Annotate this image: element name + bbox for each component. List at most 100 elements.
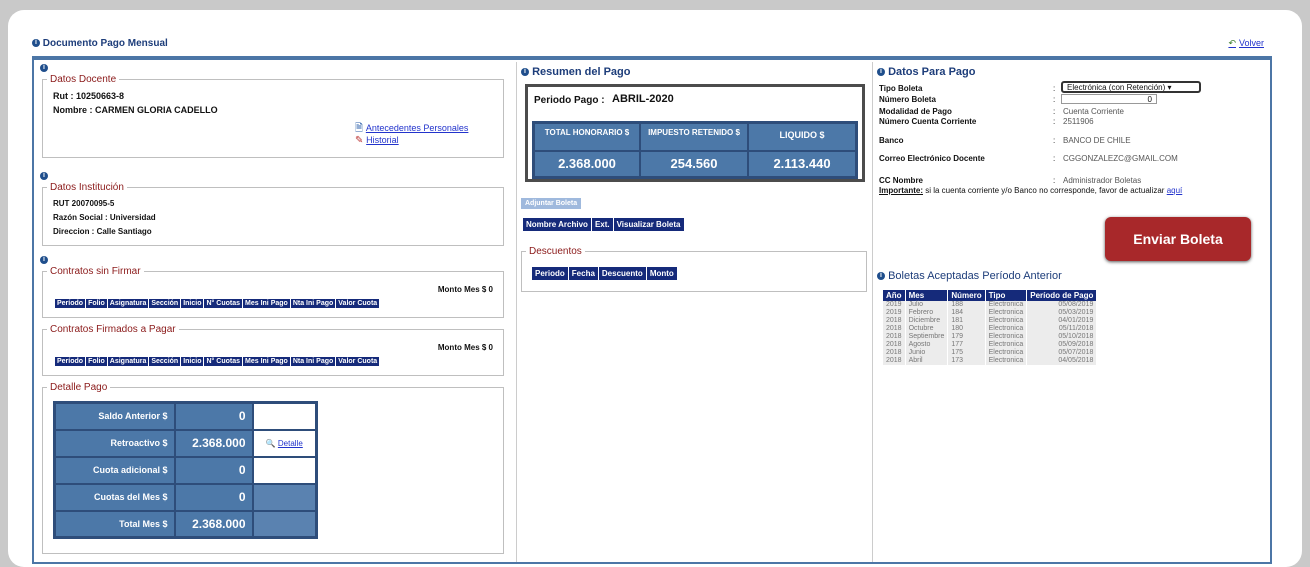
- table-cell: 180: [947, 325, 986, 333]
- table-row: 2018 Septiembre 179 Electronica 05/10/2018: [883, 333, 1098, 341]
- table-cell: 05/09/2018: [1026, 341, 1098, 349]
- page-title: i Documento Pago Mensual: [32, 38, 168, 49]
- row-value: 0: [173, 482, 254, 512]
- column-header: Período de Pago: [1026, 290, 1098, 301]
- page-card: i Documento Pago Mensual ↶ Volver i Datos…: [8, 10, 1302, 567]
- column-header: Inicio: [181, 357, 205, 366]
- payment-detail-table: Saldo Anterior $0 Retroactivo $2.368.000…: [53, 401, 318, 539]
- important-text: si la cuenta corriente y/o Banco no corr…: [923, 186, 1167, 195]
- signed-contracts-section: Contratos Firmados a Pagar Monto Mes $ 0…: [42, 324, 504, 376]
- table-cell: 2018: [883, 349, 906, 357]
- history-link-label[interactable]: Historial: [366, 135, 399, 145]
- table-cell: Julio: [905, 301, 949, 309]
- colon: :: [1053, 107, 1056, 116]
- table-cell: Abril: [905, 357, 949, 365]
- email-value: CGGONZALEZC@GMAIL.COM: [1063, 154, 1178, 163]
- detail-link[interactable]: 🔍 Detalle: [251, 428, 318, 458]
- column-header: Sección: [149, 357, 182, 366]
- table-cell: 179: [947, 333, 986, 341]
- table-cell: Electronica: [985, 325, 1028, 333]
- column-header: N° Cuotas: [204, 357, 244, 366]
- table-cell: Electronica: [985, 349, 1028, 357]
- unsigned-contracts-header: Período Folio Asignatura Sección Inicio N° Cu…: [55, 299, 381, 308]
- column-header: Folio: [86, 357, 108, 366]
- payment-mode-label: Modalidad de Pago: [879, 107, 952, 116]
- detail-link-label[interactable]: Detalle: [278, 439, 303, 448]
- table-cell: Octubre: [905, 325, 949, 333]
- colon: :: [1053, 154, 1056, 163]
- row-extra: [251, 509, 318, 539]
- update-link[interactable]: aquí: [1167, 186, 1183, 195]
- row-value: 2.368.000: [173, 509, 254, 539]
- unsigned-contracts-legend: Contratos sin Firmar: [50, 266, 141, 277]
- payment-summary-title: i Resumen del Pago: [521, 66, 630, 78]
- institution-name: Razón Social : Universidad: [53, 213, 156, 222]
- table-cell: 05/07/2018: [1026, 349, 1098, 357]
- column-header: Descuento: [598, 267, 647, 280]
- institution-section: Datos Institución RUT 20070095-5 Razón S…: [42, 182, 504, 246]
- accepted-receipts-title: i Boletas Aceptadas Período Anterior: [877, 270, 1062, 282]
- attach-receipt-button[interactable]: Adjuntar Boleta: [521, 198, 582, 209]
- tax-withheld-header: IMPUESTO RETENIDO $: [641, 124, 749, 152]
- table-row: Cuota adicional $0: [53, 455, 318, 485]
- column-header: Mes: [905, 290, 949, 301]
- chevron-down-icon: ▾: [1167, 83, 1172, 92]
- receipt-type-select[interactable]: Electrónica (con Retención) ▾: [1061, 81, 1201, 93]
- row-extra: [251, 401, 318, 431]
- back-link[interactable]: ↶ Volver: [1228, 38, 1264, 49]
- cc-name-label: CC Nombre: [879, 176, 924, 185]
- row-label: Total Mes $: [53, 509, 176, 539]
- unsigned-month-amount: Monto Mes $ 0: [437, 285, 493, 294]
- column-header: Nta Ini Pago: [290, 299, 337, 308]
- info-icon: i: [877, 272, 885, 281]
- colon: :: [1053, 176, 1056, 185]
- table-cell: 2018: [883, 325, 906, 333]
- history-link[interactable]: ✎ Historial: [355, 135, 399, 146]
- column-header: Mes Ini Pago: [243, 299, 291, 308]
- column-header: Número: [947, 290, 986, 301]
- bank-value: BANCO DE CHILE: [1063, 136, 1131, 145]
- receipt-number-label: Número Boleta: [879, 95, 936, 104]
- table-row: Saldo Anterior $0: [53, 401, 318, 431]
- table-header-row: Año Mes Número Tipo Período de Pago: [883, 290, 1098, 301]
- receipt-number-input[interactable]: 0: [1061, 94, 1157, 104]
- payment-data-title: i Datos Para Pago: [877, 66, 975, 78]
- signed-month-amount: Monto Mes $ 0: [437, 343, 493, 352]
- personal-info-link-label[interactable]: Antecedentes Personales: [366, 123, 469, 133]
- table-cell: Diciembre: [905, 317, 949, 325]
- column-header: Mes Ini Pago: [243, 357, 291, 366]
- info-icon: i: [521, 68, 529, 77]
- column-header: Visualizar Boleta: [613, 218, 685, 231]
- table-cell: 05/11/2018: [1026, 325, 1098, 333]
- colon: :: [1053, 136, 1056, 145]
- table-row: 2019 Febrero 184 Electronica 05/03/2019: [883, 309, 1098, 317]
- column-header: N° Cuotas: [204, 299, 244, 308]
- back-arrow-icon: ↶: [1228, 38, 1236, 48]
- account-number-value: 2511906: [1063, 117, 1094, 126]
- table-row: Cuotas del Mes $0: [53, 482, 318, 512]
- row-extra: [251, 455, 318, 485]
- row-value: 0: [173, 401, 254, 431]
- send-receipt-button[interactable]: Enviar Boleta: [1105, 217, 1251, 261]
- table-cell: 2018: [883, 333, 906, 341]
- back-link-label[interactable]: Volver: [1239, 38, 1264, 48]
- table-row: 2018 Abril 173 Electronica 04/05/2018: [883, 357, 1098, 365]
- table-cell: 2018: [883, 357, 906, 365]
- table-cell: Electronica: [985, 357, 1028, 365]
- payment-data-title-text: Datos Para Pago: [888, 66, 976, 78]
- pencil-icon: ✎: [355, 135, 364, 146]
- payment-detail-legend: Detalle Pago: [50, 382, 108, 393]
- column-header: Año: [883, 290, 906, 301]
- table-cell: Electronica: [985, 333, 1028, 341]
- table-cell: 05/03/2019: [1026, 309, 1098, 317]
- column-header: Periodo: [532, 267, 569, 280]
- table-cell: Septiembre: [905, 333, 949, 341]
- column-header: Período: [55, 357, 87, 366]
- column-header: Inicio: [181, 299, 205, 308]
- signed-contracts-header: Período Folio Asignatura Sección Inicio N° Cu…: [55, 357, 381, 366]
- teacher-data-section: Datos Docente Rut : 10250663-8 Nombre : …: [42, 74, 504, 158]
- table-row: 2018 Agosto 177 Electronica 05/09/2018: [883, 341, 1098, 349]
- table-cell: Febrero: [905, 309, 949, 317]
- table-cell: 04/01/2019: [1026, 317, 1098, 325]
- main-frame: i Datos Docente Rut : 10250663-8 Nombre …: [32, 56, 1272, 564]
